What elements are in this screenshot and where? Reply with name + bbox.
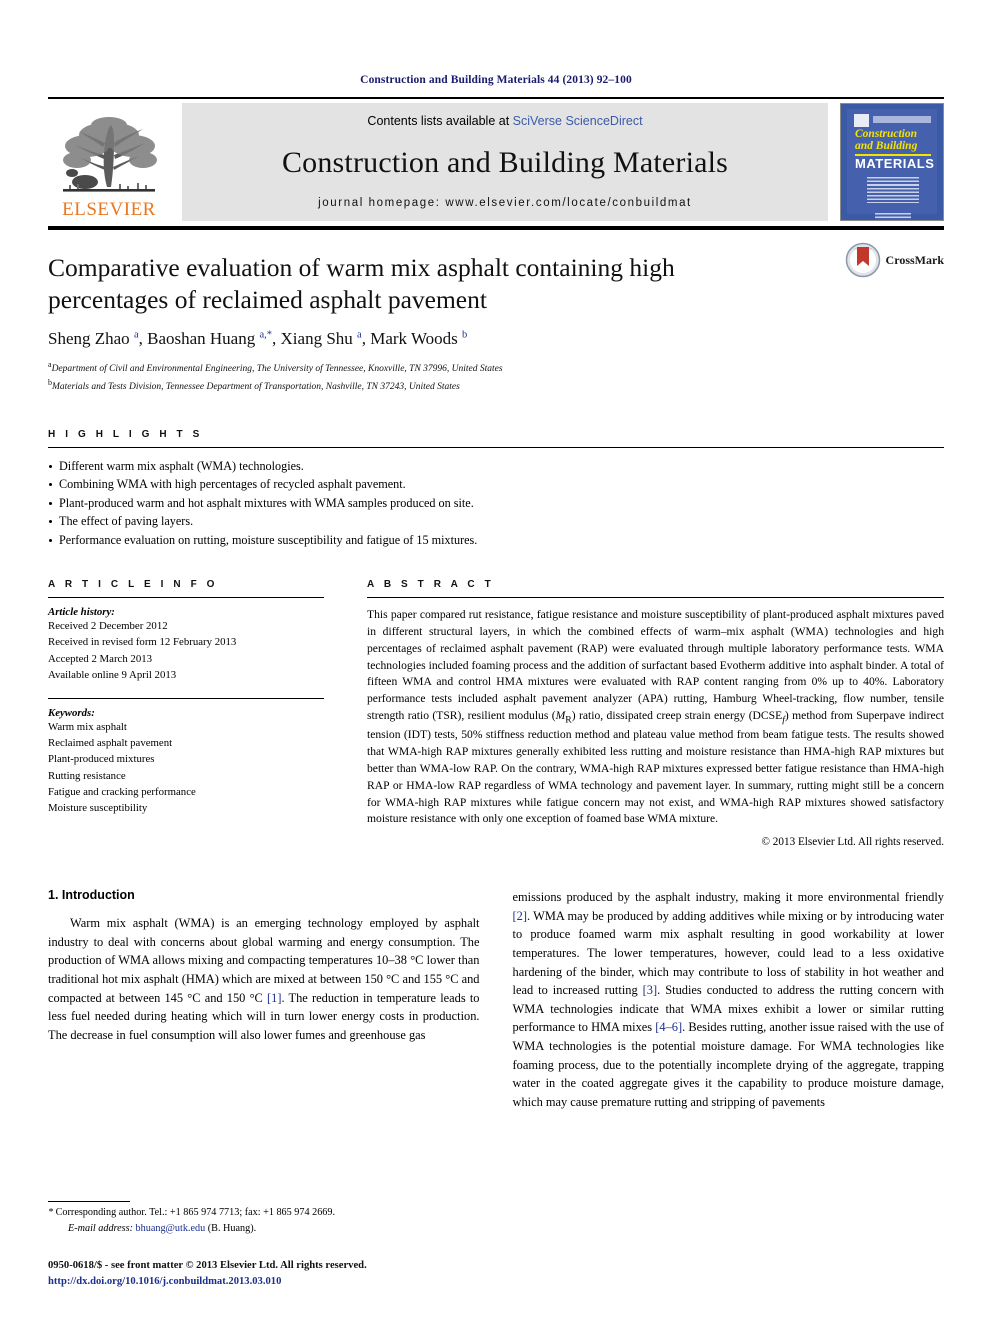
crossmark-label: CrossMark (885, 252, 944, 267)
elsevier-tree-icon (63, 117, 157, 192)
abstract-heading: A B S T R A C T (367, 579, 495, 591)
keywords-separator (48, 697, 324, 699)
crossmark-icon (845, 242, 880, 278)
footnote-rule (48, 1200, 130, 1202)
highlights-rule (48, 446, 944, 448)
abstract-text: This paper compared rut resistance, fati… (367, 608, 944, 826)
abstract-rule (367, 597, 944, 599)
page-footer: * Corresponding author. Tel.: +1 865 974… (48, 1200, 478, 1289)
article-info-column: A R T I C L E I N F O Article history: R… (48, 579, 324, 848)
crossmark-badge[interactable]: CrossMark (845, 242, 944, 278)
list-item: Plant-produced mixtures (48, 753, 155, 766)
corresponding-author-note: * Corresponding author. Tel.: +1 865 974… (48, 1206, 336, 1218)
list-item: Plant-produced warm and hot asphalt mixt… (48, 494, 944, 513)
elsevier-wordmark: ELSEVIER (62, 199, 156, 220)
list-item: Reclaimed asphalt pavement (48, 737, 173, 750)
list-item: Received in revised form 12 February 201… (48, 636, 237, 649)
list-item: Moisture susceptibility (48, 801, 148, 814)
masthead-center: Contents lists available at SciVerse Sci… (182, 103, 828, 221)
section-title-introduction: 1. Introduction (48, 888, 135, 903)
elsevier-logo: ELSEVIER (48, 103, 170, 221)
affiliation-text-a: Department of Civil and Environmental En… (51, 364, 503, 375)
info-abstract-section: A R T I C L E I N F O Article history: R… (48, 579, 944, 848)
highlights-heading: H I G H L I G H T S (48, 428, 203, 440)
cover-inner: Construction and Building MATERIALS (847, 109, 937, 220)
affiliation-text-b: Materials and Tests Division, Tennessee … (52, 382, 460, 393)
contents-prefix: Contents lists available at (367, 114, 513, 128)
contents-line: Contents lists available at SciVerse Sci… (367, 114, 642, 128)
highlights-section: H I G H L I G H T S Different warm mix a… (48, 429, 944, 550)
journal-masthead: ELSEVIER Contents lists available at Sci… (48, 103, 944, 221)
keywords-list: Warm mix asphalt Reclaimed asphalt paveme… (48, 719, 324, 816)
affiliation-b: bMaterials and Tests Division, Tennessee… (48, 377, 944, 395)
author-list: Sheng Zhao a, Baoshan Huang a,*, Xiang S… (48, 329, 468, 349)
cover-topbar (873, 116, 931, 123)
cover-title-line2: and Building (855, 140, 918, 152)
affiliation-a: aDepartment of Civil and Environmental E… (48, 359, 944, 377)
journal-homepage[interactable]: journal homepage: www.elsevier.com/locat… (318, 197, 692, 209)
list-item: Received 2 December 2012 (48, 620, 168, 633)
article-info-heading: A R T I C L E I N F O (48, 579, 219, 591)
running-head: Construction and Building Materials 44 (… (360, 74, 632, 86)
article-history-list: Received 2 December 2012 Received in revi… (48, 618, 324, 683)
sciencedirect-link[interactable]: SciVerse ScienceDirect (513, 114, 643, 128)
list-item: Available online 9 April 2013 (48, 668, 177, 681)
list-item: Performance evaluation on rutting, moist… (48, 531, 944, 550)
list-item: Different warm mix asphalt (WMA) technol… (48, 457, 944, 476)
list-item: Combining WMA with high percentages of r… (48, 475, 944, 494)
corresponding-author-email: E-mail address: bhuang@utk.edu (B. Huang… (68, 1222, 257, 1234)
list-item: Warm mix asphalt (48, 720, 127, 733)
highlights-list: Different warm mix asphalt (WMA) technol… (48, 457, 944, 550)
keywords-label: Keywords: (48, 706, 95, 719)
cover-title-line3: MATERIALS (855, 156, 935, 171)
list-item: The effect of paving layers. (48, 512, 944, 531)
journal-title: Construction and Building Materials (281, 145, 729, 179)
intro-paragraph-right: emissions produced by the asphalt indust… (512, 890, 945, 1109)
article-info-rule (48, 597, 324, 599)
doi-link[interactable]: http://dx.doi.org/10.1016/j.conbuildmat.… (48, 1274, 478, 1289)
cover-title-line1: Construction (855, 128, 917, 140)
list-item: Rutting resistance (48, 769, 126, 782)
issn-line: 0950-0618/$ - see front matter © 2013 El… (48, 1260, 367, 1272)
body-column-left: 1. Introduction Warm mix asphalt (WMA) i… (48, 888, 480, 1111)
issn-block: 0950-0618/$ - see front matter © 2013 El… (48, 1258, 478, 1289)
abstract-column: A B S T R A C T This paper compared rut … (367, 579, 944, 848)
list-item: Fatigue and cracking performance (48, 785, 196, 798)
cover-text-block (867, 177, 919, 203)
cover-emblem-icon (854, 114, 869, 127)
cover-footer-block (875, 213, 911, 220)
copyright-line: © 2013 Elsevier Ltd. All rights reserved… (761, 836, 945, 849)
page-title: Comparative evaluation of warm mix aspha… (48, 253, 675, 314)
intro-paragraph-left: Warm mix asphalt (WMA) is an emerging te… (48, 916, 480, 1042)
title-block: CrossMark Comparative evaluation of warm… (48, 230, 944, 395)
article-history-label: Article history: (48, 606, 115, 619)
body-columns: 1. Introduction Warm mix asphalt (WMA) i… (48, 888, 944, 1111)
masthead-top-rule (48, 97, 944, 99)
list-item: Accepted 2 March 2013 (48, 652, 153, 665)
paper-page: Construction and Building Materials 44 (… (0, 0, 992, 1323)
journal-cover-thumbnail: Construction and Building MATERIALS (840, 103, 944, 221)
body-column-right: emissions produced by the asphalt indust… (513, 888, 945, 1111)
